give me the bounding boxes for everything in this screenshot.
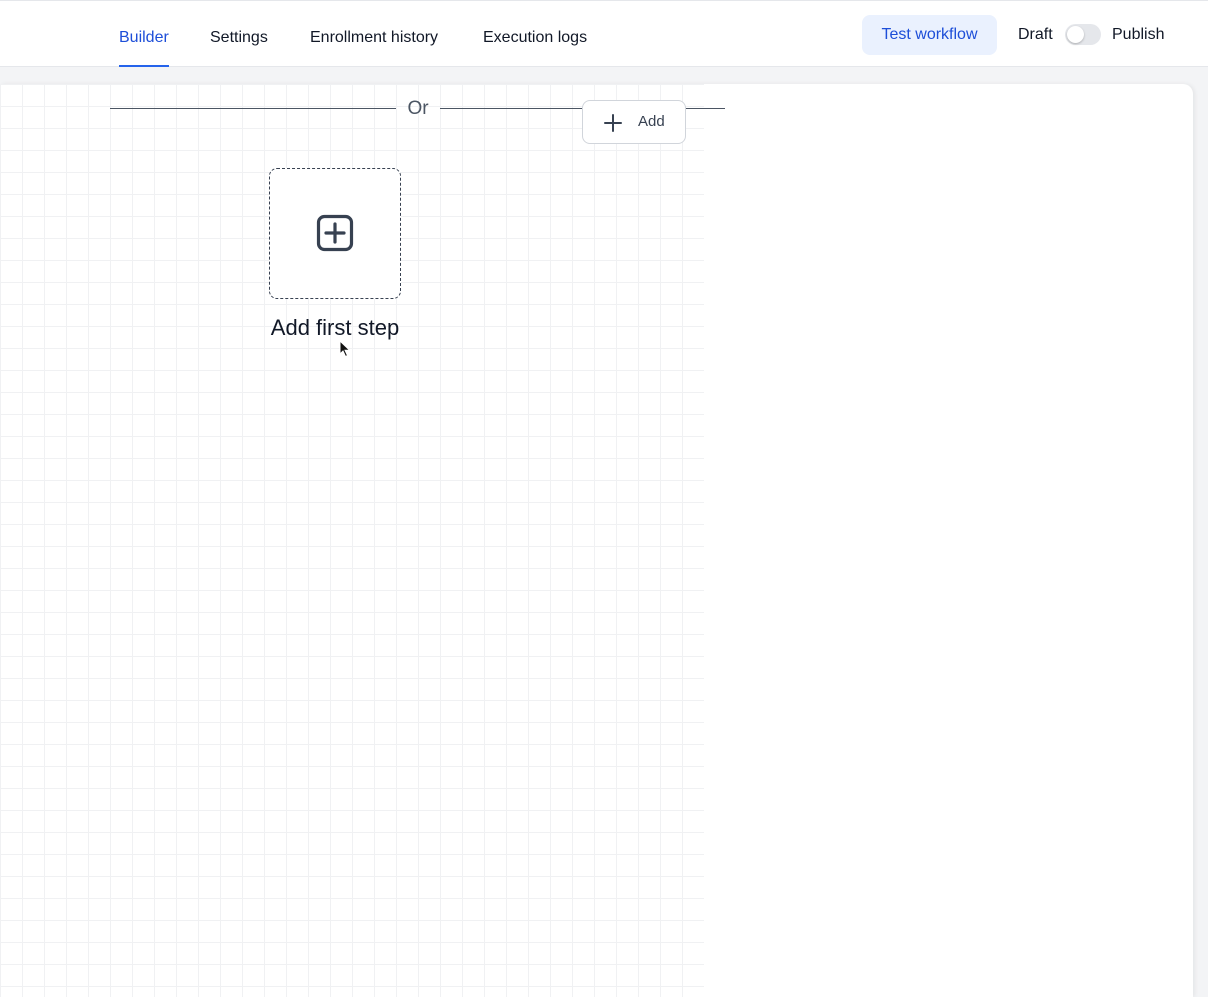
publish-toggle[interactable] (1065, 24, 1101, 45)
publish-label: Publish (1112, 26, 1165, 43)
square-plus-icon (316, 214, 354, 252)
mouse-cursor-icon (339, 340, 351, 358)
toggle-knob (1067, 26, 1084, 43)
tab-builder[interactable]: Builder (119, 1, 169, 67)
draft-label: Draft (1018, 26, 1053, 43)
tab-execution-logs[interactable]: Execution logs (483, 1, 587, 67)
add-button-label: Add (638, 113, 665, 130)
divider-line-left (110, 108, 396, 109)
plus-icon (604, 114, 622, 132)
divider-line-middle (440, 108, 582, 109)
divider-line-right (686, 108, 725, 109)
or-divider-text: Or (407, 98, 429, 119)
top-navigation-bar: Builder Settings Enrollment history Exec… (0, 0, 1208, 67)
tab-settings[interactable]: Settings (210, 1, 268, 67)
add-first-step-box[interactable] (269, 168, 401, 299)
add-trigger-button[interactable]: Add (582, 100, 686, 144)
workflow-canvas[interactable]: Or Add Add first step (0, 84, 1193, 997)
tab-enrollment-history[interactable]: Enrollment history (310, 1, 438, 67)
add-first-step-label: Add first step (270, 315, 400, 340)
test-workflow-button[interactable]: Test workflow (862, 15, 997, 55)
